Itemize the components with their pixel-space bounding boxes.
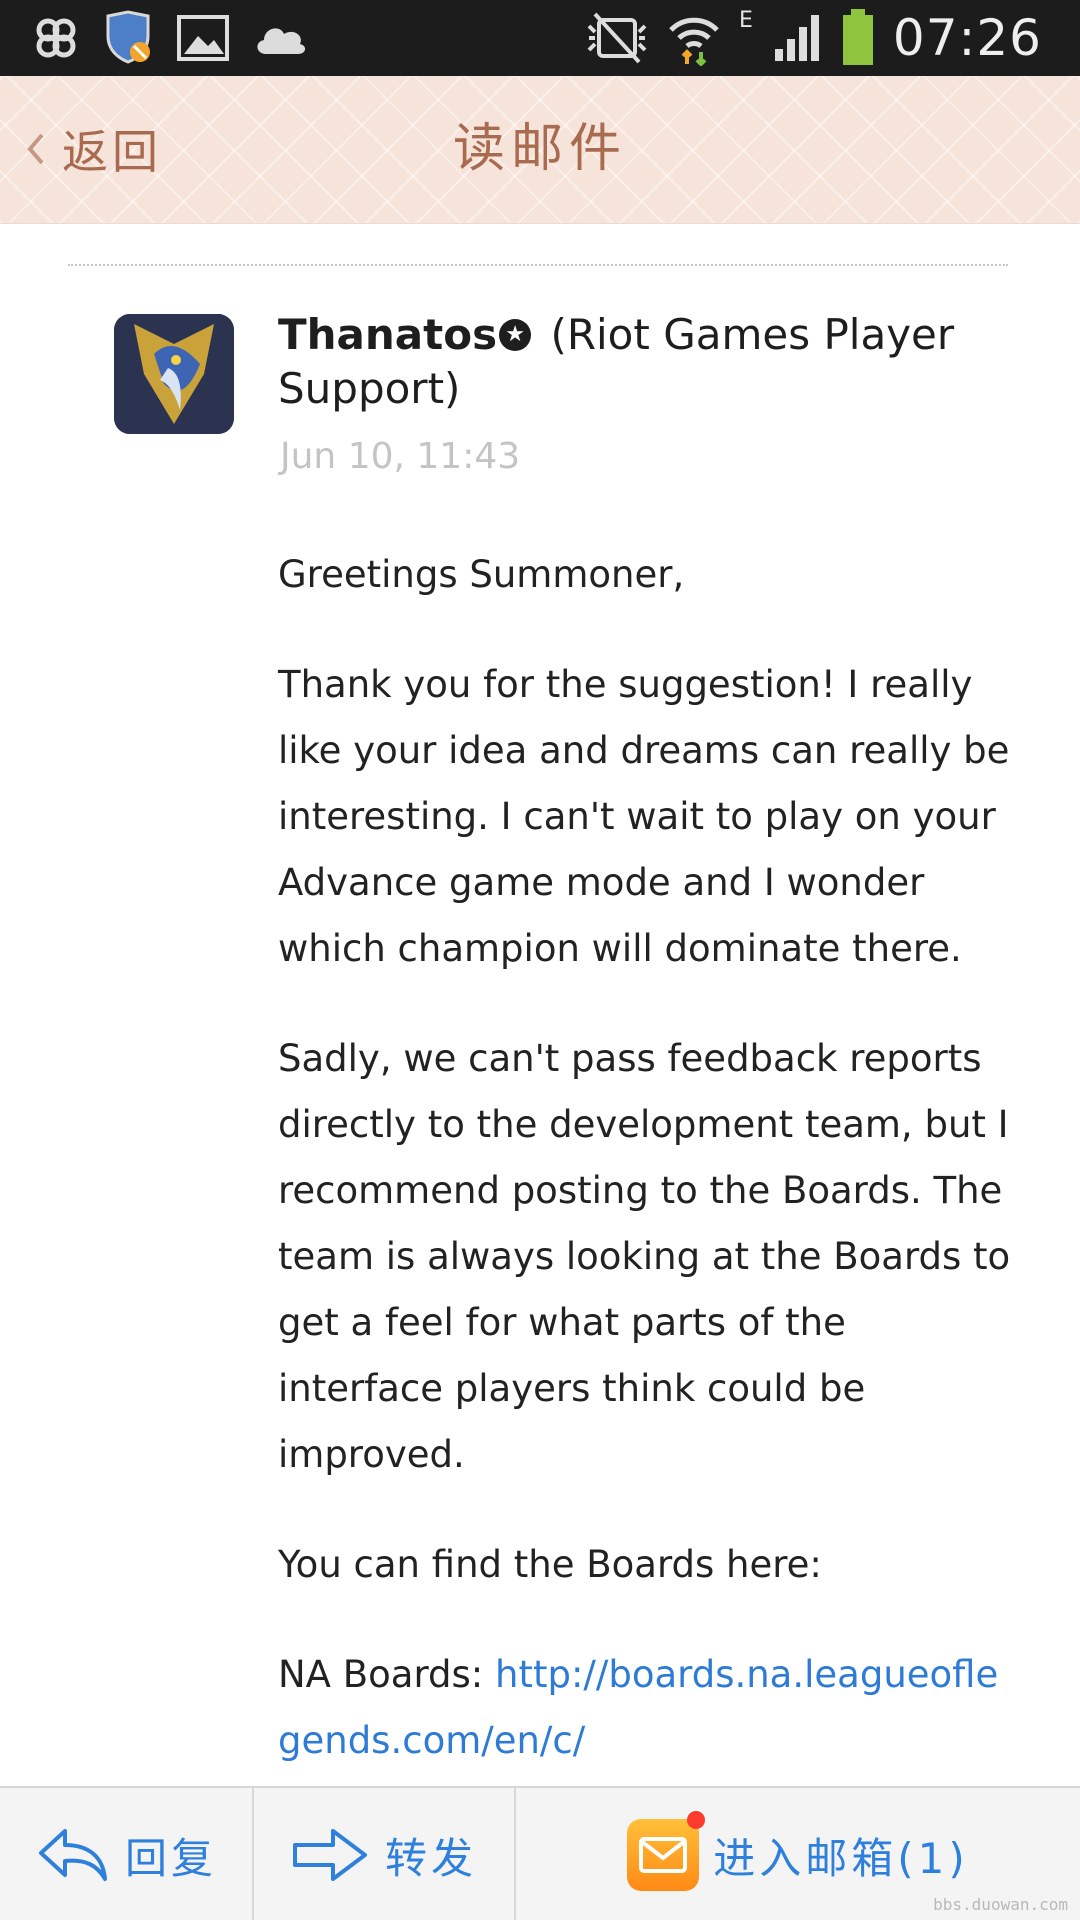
divider (68, 264, 1008, 266)
sender-name: Thanatos (278, 310, 498, 359)
watermark: bbs.duowan.com (933, 1895, 1068, 1914)
avatar[interactable] (114, 314, 234, 434)
mail-date: Jun 10, 11:43 (280, 436, 521, 477)
mail-content[interactable]: Thanatos ★ (Riot Games Player Support) Ju… (0, 224, 1080, 1786)
mail-paragraph: Thank you for the suggestion! I really l… (278, 663, 1010, 970)
header-bar: 返回 读邮件 (0, 76, 1080, 224)
status-left-icons (32, 10, 310, 66)
page-title: 读邮件 (452, 119, 627, 179)
wifi-icon (669, 17, 719, 66)
inbox-label: 进入邮箱(1) (713, 1833, 969, 1883)
status-bar: E 07:26 (0, 0, 1080, 76)
boards-prefix: NA Boards: (278, 1653, 484, 1696)
mail-paragraph: You can find the Boards here: (278, 1543, 822, 1586)
signal-icon (774, 15, 819, 61)
reply-label: 回复 (124, 1833, 217, 1883)
sender-line: Thanatos ★ (Riot Games Player Support) (278, 308, 1018, 416)
boards-line: NA Boards: http://boards.na.leagueoflege… (278, 1642, 1018, 1774)
mail-icon (627, 1811, 706, 1891)
forward-button[interactable]: 转发 (254, 1788, 514, 1920)
cloud-icon (257, 28, 306, 54)
champion-portrait-icon (114, 314, 234, 434)
bottom-action-bar: 回复 转发 进入邮箱(1) bbs.duowan.com (0, 1786, 1080, 1920)
mail-paragraph: Greetings Summoner, (278, 553, 685, 596)
mail-paragraph: Sadly, we can't pass feedback reports di… (278, 1037, 1011, 1476)
mute-icon (587, 12, 647, 64)
reply-button[interactable]: 回复 (0, 1788, 252, 1920)
gallery-icon (177, 15, 229, 61)
reply-arrow-icon (38, 1829, 107, 1881)
mail-body: Greetings Summoner, Thank you for the su… (278, 542, 1018, 1786)
notification-dot (687, 1811, 706, 1829)
shield-icon (106, 10, 150, 64)
star-icon: ★ (499, 318, 532, 351)
forward-label: 转发 (384, 1833, 477, 1883)
app-icon (36, 18, 76, 58)
forward-arrow-icon (292, 1829, 367, 1881)
battery-icon (842, 9, 873, 65)
clock: 07:26 (892, 9, 1042, 67)
status-right-icons: E 07:26 (585, 6, 1042, 70)
network-type-label: E (739, 7, 753, 33)
